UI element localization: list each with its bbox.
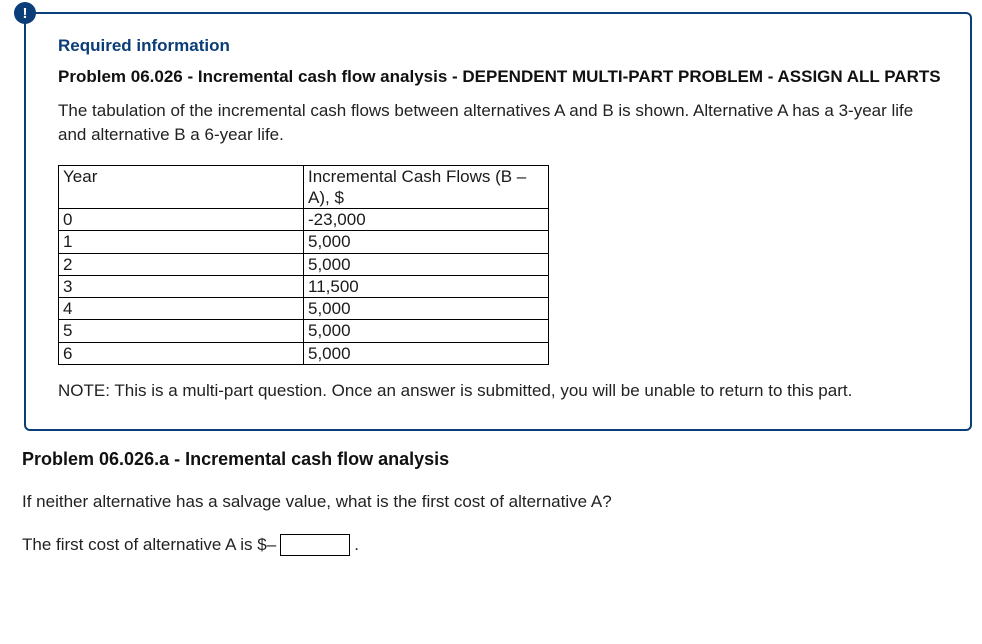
cell-year: 3 xyxy=(59,275,304,297)
sub-problem-section: Problem 06.026.a - Incremental cash flow… xyxy=(22,449,972,556)
problem-heading: Problem 06.026 - Incremental cash flow a… xyxy=(58,66,946,89)
table-row: 5 5,000 xyxy=(59,320,549,342)
table-header-row: Year Incremental Cash Flows (B – A), $ xyxy=(59,165,549,209)
question-text: If neither alternative has a salvage val… xyxy=(22,492,972,512)
cell-value: 11,500 xyxy=(304,275,549,297)
cell-year: 1 xyxy=(59,231,304,253)
header-value: Incremental Cash Flows (B – A), $ xyxy=(304,165,549,209)
table-row: 6 5,000 xyxy=(59,342,549,364)
cash-flow-table: Year Incremental Cash Flows (B – A), $ 0… xyxy=(58,165,549,365)
answer-prefix: The first cost of alternative A is $– xyxy=(22,535,276,555)
alert-badge-icon: ! xyxy=(14,2,36,24)
cell-year: 2 xyxy=(59,253,304,275)
header-year: Year xyxy=(59,165,304,209)
table-row: 2 5,000 xyxy=(59,253,549,275)
table-row: 3 11,500 xyxy=(59,275,549,297)
cell-year: 4 xyxy=(59,298,304,320)
cell-value: -23,000 xyxy=(304,209,549,231)
cell-year: 0 xyxy=(59,209,304,231)
cell-value: 5,000 xyxy=(304,231,549,253)
cell-value: 5,000 xyxy=(304,320,549,342)
cell-year: 6 xyxy=(59,342,304,364)
cell-value: 5,000 xyxy=(304,298,549,320)
cell-value: 5,000 xyxy=(304,342,549,364)
answer-line: The first cost of alternative A is $– . xyxy=(22,534,972,556)
cell-year: 5 xyxy=(59,320,304,342)
note-text: NOTE: This is a multi-part question. Onc… xyxy=(58,381,946,401)
required-information-heading: Required information xyxy=(58,36,946,56)
table-row: 1 5,000 xyxy=(59,231,549,253)
required-info-card: Required information Problem 06.026 - In… xyxy=(24,12,972,431)
sub-problem-heading: Problem 06.026.a - Incremental cash flow… xyxy=(22,449,972,470)
cell-value: 5,000 xyxy=(304,253,549,275)
intro-text: The tabulation of the incremental cash f… xyxy=(58,99,946,147)
first-cost-input[interactable] xyxy=(280,534,350,556)
table-row: 0 -23,000 xyxy=(59,209,549,231)
answer-suffix: . xyxy=(354,535,359,555)
table-row: 4 5,000 xyxy=(59,298,549,320)
